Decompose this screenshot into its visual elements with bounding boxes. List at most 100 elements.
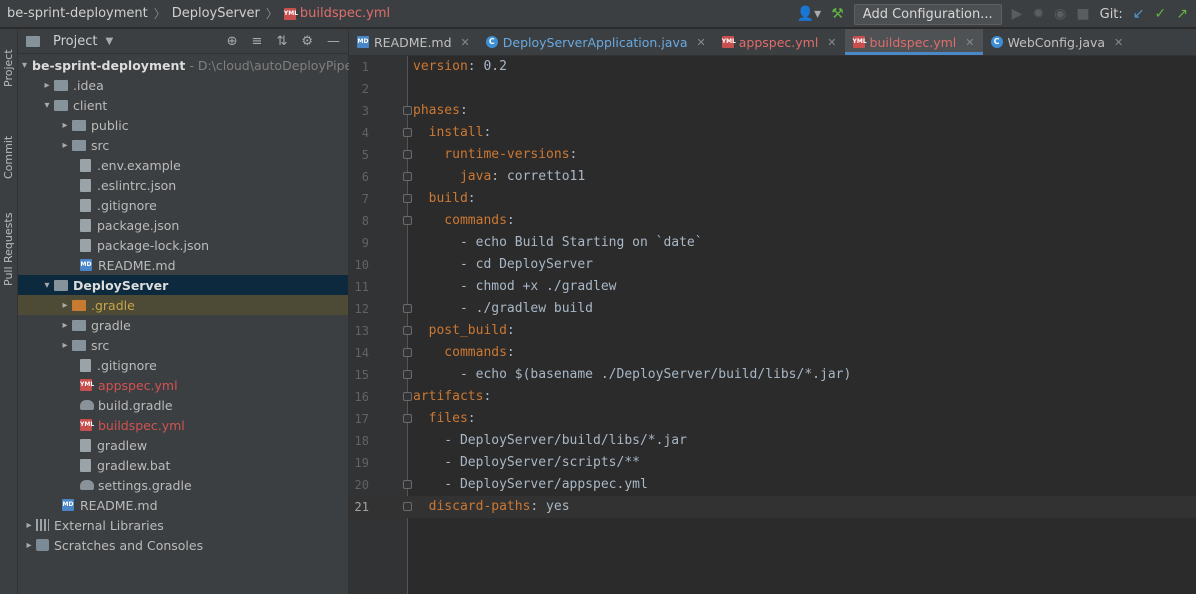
tree-item-settings-gradle[interactable]: settings.gradle xyxy=(18,475,348,495)
close-icon[interactable]: ✕ xyxy=(461,36,470,49)
tree-item-gitignore-server[interactable]: .gitignore xyxy=(18,355,348,375)
code-line[interactable]: 2 xyxy=(349,78,1196,100)
gear-icon[interactable]: ⚙ xyxy=(301,34,313,49)
fold-marker-icon[interactable] xyxy=(403,194,412,203)
run-icon[interactable]: ▶ xyxy=(1012,6,1023,22)
tab-pull-requests[interactable]: Pull Requests xyxy=(0,213,17,386)
code-line[interactable]: 21 discard-paths: yes xyxy=(349,496,1196,518)
fold-marker-icon[interactable] xyxy=(403,304,412,313)
git-push-icon[interactable]: ↗ xyxy=(1176,6,1188,22)
locate-icon[interactable]: ⊕ xyxy=(227,34,238,49)
fold-marker-icon[interactable] xyxy=(403,414,412,423)
project-panel-title[interactable]: Project xyxy=(53,34,97,49)
code-line[interactable]: 1 version: 0.2 xyxy=(349,56,1196,78)
tab-deployserverapplication[interactable]: C DeployServerApplication.java ✕ xyxy=(478,29,714,55)
chevron-down-icon[interactable]: ▾ xyxy=(22,60,27,71)
code-editor[interactable]: 1 version: 0.2 2 3 phases: 4 install: 5 runtim… xyxy=(349,56,1196,594)
breadcrumb-module[interactable]: DeployServer xyxy=(172,6,260,21)
fold-marker-icon[interactable] xyxy=(403,392,412,401)
git-update-icon[interactable]: ↙ xyxy=(1133,6,1145,22)
chevron-right-icon[interactable]: ▸ xyxy=(58,300,72,311)
close-icon[interactable]: ✕ xyxy=(965,36,974,49)
tree-item-build-gradle[interactable]: build.gradle xyxy=(18,395,348,415)
fold-marker-icon[interactable] xyxy=(403,128,412,137)
fold-marker-icon[interactable] xyxy=(403,172,412,181)
chevron-right-icon[interactable]: ▸ xyxy=(58,340,72,351)
close-icon[interactable]: ✕ xyxy=(697,36,706,49)
tree-item-src[interactable]: ▸ src xyxy=(18,135,348,155)
chevron-down-icon[interactable]: ▼ xyxy=(105,36,113,47)
fold-marker-icon[interactable] xyxy=(403,150,412,159)
code-line[interactable]: 11 - chmod +x ./gradlew xyxy=(349,276,1196,298)
close-icon[interactable]: ✕ xyxy=(1114,36,1123,49)
tree-item-client[interactable]: ▾ client xyxy=(18,95,348,115)
tab-webconfig[interactable]: C WebConfig.java ✕ xyxy=(983,29,1132,55)
code-line[interactable]: 16 artifacts: xyxy=(349,386,1196,408)
expand-all-icon[interactable]: ≡ xyxy=(252,34,263,49)
git-commit-icon[interactable]: ✓ xyxy=(1155,6,1167,22)
code-line[interactable]: 6 java: corretto11 xyxy=(349,166,1196,188)
tree-item-readme-root[interactable]: MD README.md xyxy=(18,495,348,515)
tree-item-src-server[interactable]: ▸ src xyxy=(18,335,348,355)
tree-item-gitignore[interactable]: .gitignore xyxy=(18,195,348,215)
fold-marker-icon[interactable] xyxy=(403,502,412,511)
code-line[interactable]: 7 build: xyxy=(349,188,1196,210)
fold-marker-icon[interactable] xyxy=(403,370,412,379)
tree-item-scratches[interactable]: ▸ Scratches and Consoles xyxy=(18,535,348,555)
tab-buildspec[interactable]: YML buildspec.yml ✕ xyxy=(844,29,983,55)
code-line[interactable]: 10 - cd DeployServer xyxy=(349,254,1196,276)
code-line[interactable]: 19 - DeployServer/scripts/** xyxy=(349,452,1196,474)
tree-item-external-libraries[interactable]: ▸ External Libraries xyxy=(18,515,348,535)
tree-item-root[interactable]: ▾ be-sprint-deployment - D:\cloud\autoDe… xyxy=(18,55,352,75)
tree-item-env-example[interactable]: .env.example xyxy=(18,155,348,175)
code-line[interactable]: 14 commands: xyxy=(349,342,1196,364)
chevron-right-icon[interactable]: ▸ xyxy=(58,140,72,151)
tree-item-gradle[interactable]: ▸ gradle xyxy=(18,315,348,335)
hammer-build-icon[interactable]: ⚒ xyxy=(831,6,844,22)
chevron-right-icon[interactable]: ▸ xyxy=(22,540,36,551)
breadcrumb-file[interactable]: YML buildspec.yml xyxy=(283,6,390,21)
tree-item-public[interactable]: ▸ public xyxy=(18,115,348,135)
tree-item-package-lock[interactable]: package-lock.json xyxy=(18,235,348,255)
tab-appspec[interactable]: YML appspec.yml ✕ xyxy=(714,29,845,55)
debug-icon[interactable]: ✹ xyxy=(1032,6,1044,22)
tree-item-dot-gradle[interactable]: ▸ .gradle xyxy=(18,295,348,315)
breadcrumb-project[interactable]: be-sprint-deployment xyxy=(7,6,148,21)
tree-item-appspec[interactable]: YML appspec.yml xyxy=(18,375,348,395)
stop-icon[interactable]: ■ xyxy=(1076,6,1089,22)
fold-marker-icon[interactable] xyxy=(403,480,412,489)
chevron-down-icon[interactable]: ▾ xyxy=(40,280,54,291)
code-line[interactable]: 8 commands: xyxy=(349,210,1196,232)
fold-marker-icon[interactable] xyxy=(403,348,412,357)
tree-item-idea[interactable]: ▸ .idea xyxy=(18,75,348,95)
code-line[interactable]: 15 - echo $(basename ./DeployServer/buil… xyxy=(349,364,1196,386)
chevron-right-icon[interactable]: ▸ xyxy=(40,80,54,91)
chevron-down-icon[interactable]: ▾ xyxy=(40,100,54,111)
tree-item-gradlew-bat[interactable]: gradlew.bat xyxy=(18,455,348,475)
code-line[interactable]: 12 - ./gradlew build xyxy=(349,298,1196,320)
chevron-right-icon[interactable]: ▸ xyxy=(22,520,36,531)
tree-item-package-json[interactable]: package.json xyxy=(18,215,348,235)
code-line[interactable]: 4 install: xyxy=(349,122,1196,144)
add-configuration-button[interactable]: Add Configuration... xyxy=(853,3,1002,25)
user-icon[interactable]: 👤▾ xyxy=(797,6,821,22)
tree-item-buildspec[interactable]: YML buildspec.yml xyxy=(18,415,348,435)
close-icon[interactable]: ✕ xyxy=(827,36,836,49)
chevron-right-icon[interactable]: ▸ xyxy=(58,320,72,331)
fold-marker-icon[interactable] xyxy=(403,326,412,335)
tree-item-eslintrc[interactable]: .eslintrc.json xyxy=(18,175,348,195)
code-line[interactable]: 9 - echo Build Starting on `date` xyxy=(349,232,1196,254)
code-line[interactable]: 13 post_build: xyxy=(349,320,1196,342)
code-line[interactable]: 17 files: xyxy=(349,408,1196,430)
minimize-icon[interactable]: — xyxy=(327,34,340,49)
tree-item-gradlew[interactable]: gradlew xyxy=(18,435,348,455)
tree-item-deployserver[interactable]: ▾ DeployServer xyxy=(18,275,348,295)
code-line[interactable]: 18 - DeployServer/build/libs/*.jar xyxy=(349,430,1196,452)
chevron-right-icon[interactable]: ▸ xyxy=(58,120,72,131)
code-line[interactable]: 5 runtime-versions: xyxy=(349,144,1196,166)
code-line[interactable]: 20 - DeployServer/appspec.yml xyxy=(349,474,1196,496)
fold-marker-icon[interactable] xyxy=(403,216,412,225)
fold-marker-icon[interactable] xyxy=(403,106,412,115)
coverage-icon[interactable]: ◉ xyxy=(1054,6,1066,22)
tab-readme[interactable]: MD README.md ✕ xyxy=(349,29,478,55)
